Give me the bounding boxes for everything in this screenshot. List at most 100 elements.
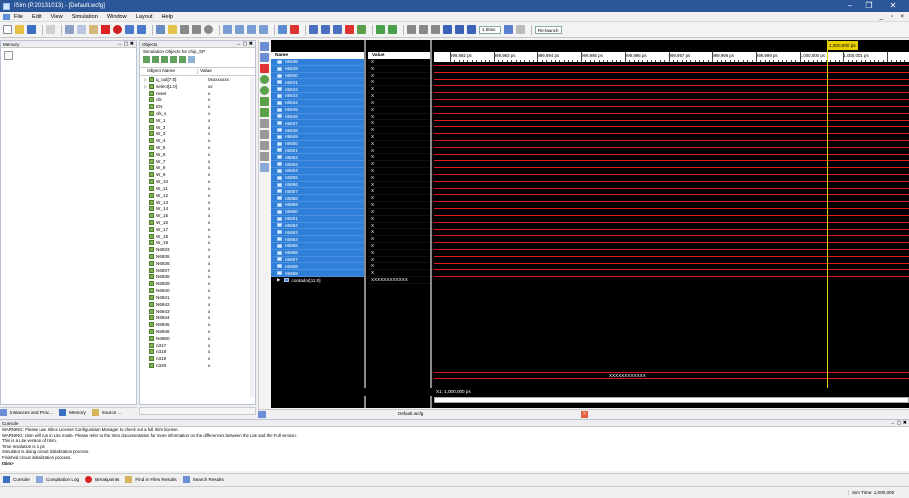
wand-icon[interactable]: [278, 25, 287, 34]
object-row[interactable]: N6942 x: [144, 301, 255, 308]
bus-row[interactable]: ▶ contador[11:0]: [271, 277, 364, 284]
object-row[interactable]: W_8 x: [144, 165, 255, 172]
object-row[interactable]: W_18 x: [144, 233, 255, 240]
restart-icon[interactable]: [407, 25, 416, 34]
signal-row[interactable]: n5659: [271, 202, 364, 209]
paste-icon[interactable]: [89, 25, 98, 34]
arrow-down-icon[interactable]: [180, 25, 189, 34]
zoom-fit-icon[interactable]: [333, 25, 342, 34]
inner-minimize-button[interactable]: _: [880, 14, 883, 20]
bus-icon[interactable]: [260, 163, 269, 172]
object-row[interactable]: N6940 x: [144, 287, 255, 294]
signal-row[interactable]: n5661: [271, 215, 364, 223]
inner-close-button[interactable]: ×: [900, 14, 904, 20]
object-row[interactable]: N6960 x: [144, 335, 255, 342]
object-row[interactable]: N6943 x: [144, 308, 255, 315]
object-row[interactable]: clk_s x: [144, 110, 255, 117]
wave-col-name[interactable]: Name: [271, 52, 364, 59]
settings-icon[interactable]: [204, 25, 213, 34]
step-icon[interactable]: [419, 25, 428, 34]
run-for-icon[interactable]: [467, 25, 476, 34]
menu-view[interactable]: View: [51, 14, 63, 20]
layout-icon[interactable]: [223, 25, 232, 34]
signal-row[interactable]: n5652: [271, 154, 364, 162]
filter-bidir-icon[interactable]: [161, 56, 168, 63]
tab-compilation-log[interactable]: Compilation Log: [35, 475, 79, 483]
signal-row[interactable]: n5649: [271, 133, 364, 141]
signal-row[interactable]: n5643: [271, 93, 364, 100]
signal-row[interactable]: n5658: [271, 195, 364, 203]
signal-row[interactable]: n5651: [271, 147, 364, 155]
menu-help[interactable]: Help: [162, 14, 174, 20]
tab-memory[interactable]: Memory: [59, 409, 86, 416]
object-row[interactable]: W_13 x: [144, 199, 255, 206]
object-row[interactable]: W_5 x: [144, 144, 255, 151]
minimize-button[interactable]: –: [842, 0, 858, 12]
save-icon[interactable]: [27, 25, 36, 34]
object-row[interactable]: N6939 x: [144, 280, 255, 287]
object-row[interactable]: n319 x: [144, 355, 255, 362]
menu-window[interactable]: Window: [107, 14, 127, 20]
object-row[interactable]: reset x: [144, 90, 255, 97]
signal-row[interactable]: n5653: [271, 161, 364, 168]
close-button[interactable]: ✕: [885, 0, 901, 12]
stop-icon[interactable]: [113, 25, 122, 34]
layout-h-icon[interactable]: [235, 25, 244, 34]
menu-file[interactable]: File: [14, 14, 23, 20]
tab-breakpoints[interactable]: Breakpoints: [85, 475, 119, 483]
console-output[interactable]: WARNING: Please use Xilinx License Confi…: [0, 427, 909, 466]
object-row[interactable]: W_3 x: [144, 131, 255, 138]
object-row[interactable]: n318 x: [144, 349, 255, 356]
object-row[interactable]: N6935 x: [144, 253, 255, 260]
signal-row[interactable]: n5663: [271, 229, 364, 237]
relaunch-button[interactable]: Re-launch: [535, 25, 562, 34]
cursor-line[interactable]: [827, 40, 828, 388]
signal-row[interactable]: n5648: [271, 127, 364, 134]
object-row[interactable]: EN x: [144, 103, 255, 110]
wave-tab-label[interactable]: Default.wcfg: [398, 411, 423, 416]
marker-next-icon[interactable]: [388, 25, 397, 34]
signal-row[interactable]: n5657: [271, 188, 364, 196]
cascade-icon[interactable]: [259, 25, 268, 34]
signal-row[interactable]: n5660: [271, 208, 364, 216]
object-row[interactable]: N6944 x: [144, 314, 255, 321]
signal-row[interactable]: n5656: [271, 181, 364, 189]
tab-search-results[interactable]: Search Results: [182, 475, 224, 483]
close-tab-icon[interactable]: ×: [581, 411, 588, 418]
object-row[interactable]: n320 x: [144, 362, 255, 369]
memory-list-icon[interactable]: [4, 51, 13, 60]
signal-row[interactable]: n5669: [271, 270, 364, 277]
wave-hscrollbar[interactable]: [434, 397, 909, 403]
tab-source[interactable]: Source ...: [91, 409, 121, 416]
break-icon[interactable]: [431, 25, 440, 34]
marker-prev-icon[interactable]: [376, 25, 385, 34]
object-row[interactable]: W_10 x: [144, 178, 255, 185]
object-row[interactable]: W_7 x: [144, 158, 255, 165]
object-row[interactable]: N6938 x: [144, 274, 255, 281]
signal-row[interactable]: n5650: [271, 140, 364, 148]
signal-row[interactable]: n5639: [271, 65, 364, 73]
zoom-out-icon[interactable]: [321, 25, 330, 34]
copy-icon[interactable]: [77, 25, 86, 34]
signal-row[interactable]: n5664: [271, 236, 364, 243]
swap-icon[interactable]: [260, 97, 269, 106]
filter-internal-icon[interactable]: [170, 56, 177, 63]
arrow-up-icon[interactable]: [192, 25, 201, 34]
object-row[interactable]: W_11 x: [144, 185, 255, 192]
signal-row[interactable]: n5642: [271, 86, 364, 94]
filter-constants-icon[interactable]: [179, 56, 186, 63]
object-row[interactable]: W_2 x: [144, 124, 255, 131]
object-row[interactable]: n317 x: [144, 342, 255, 349]
find-icon[interactable]: [156, 25, 165, 34]
zoom-cursor-icon[interactable]: [345, 25, 354, 34]
objects-hscrollbar[interactable]: [139, 407, 256, 415]
col-object-name[interactable]: Object Name: [140, 69, 197, 74]
object-row[interactable]: W_17 x: [144, 226, 255, 233]
zoom-out-icon[interactable]: [260, 53, 269, 62]
signal-row[interactable]: n5668: [271, 263, 364, 271]
object-row[interactable]: N6941 x: [144, 294, 255, 301]
panel-controls[interactable]: ↔ ▢ ✖: [117, 41, 134, 48]
print-icon[interactable]: [46, 25, 55, 34]
snap-icon[interactable]: [260, 108, 269, 117]
wave-col-value[interactable]: Value: [368, 52, 430, 59]
